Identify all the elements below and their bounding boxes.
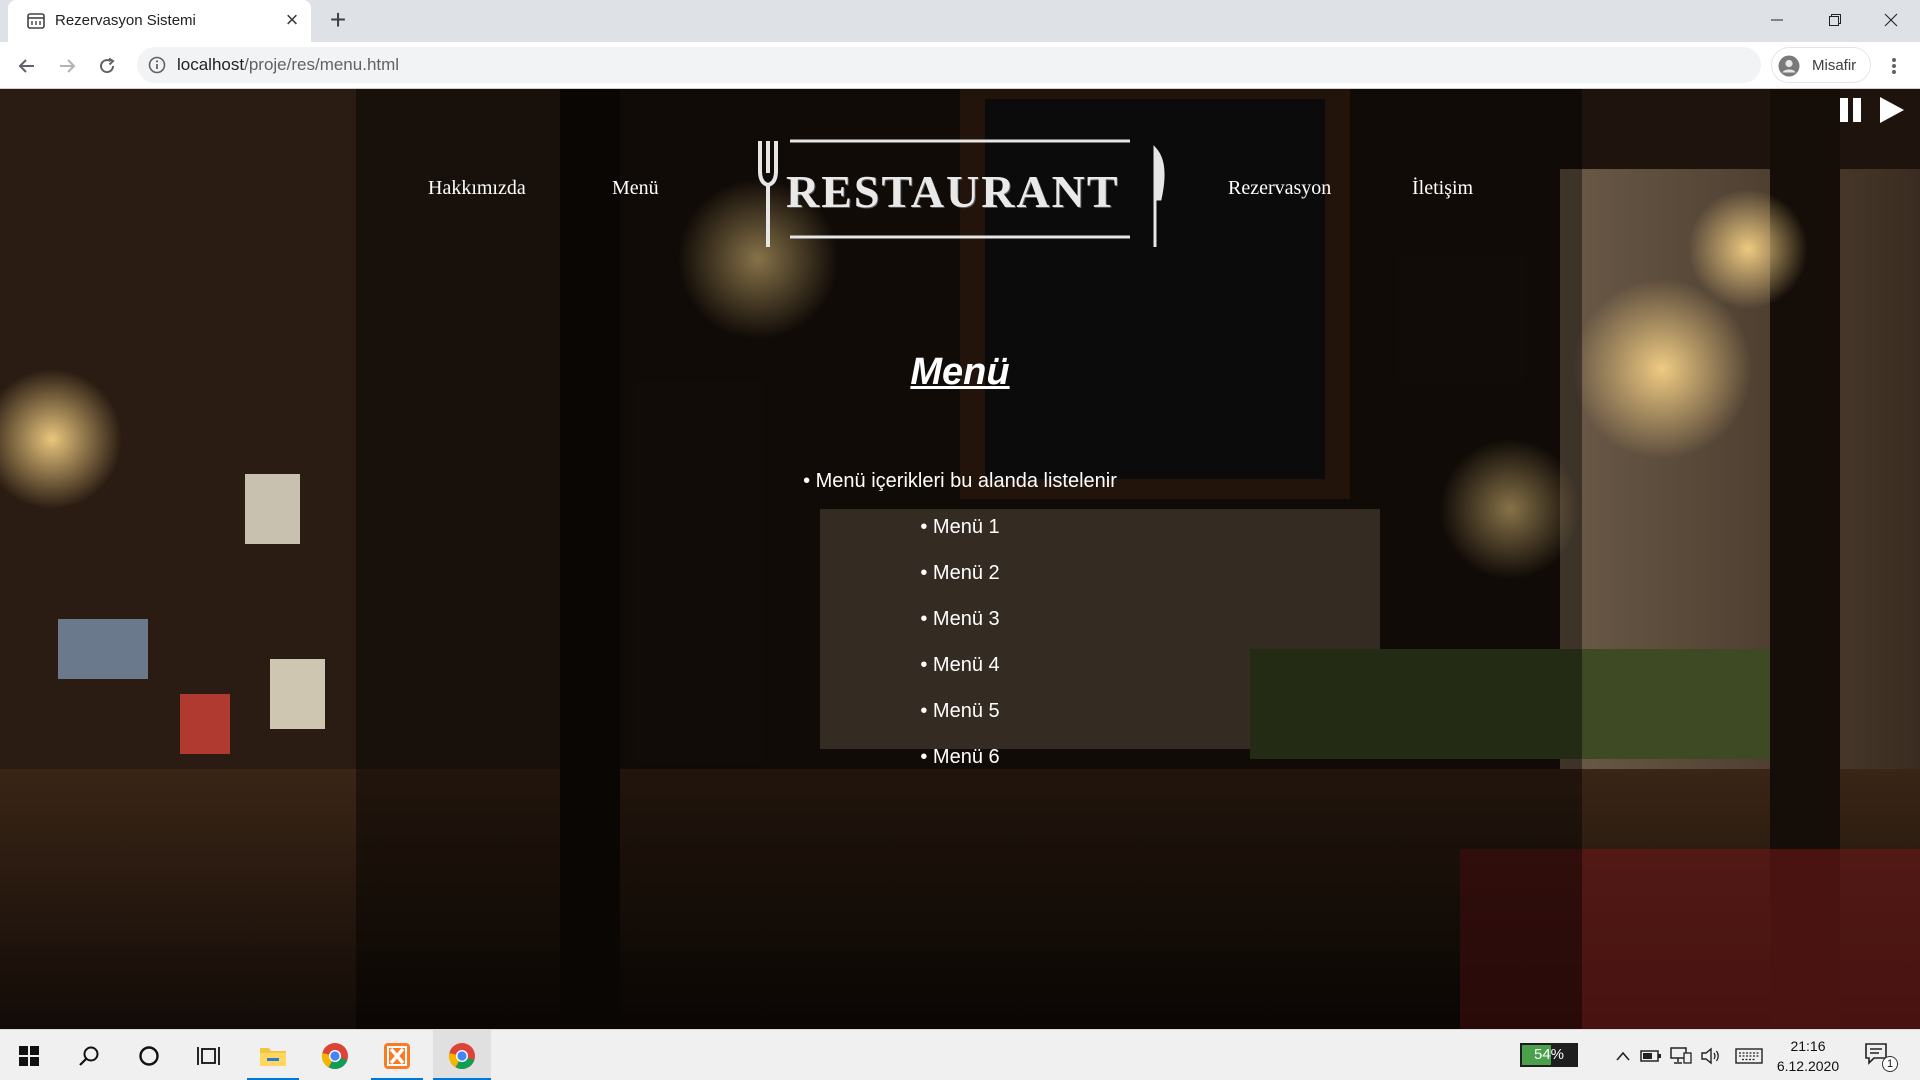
menu-intro-item: Menü içerikleri bu alanda listelenir bbox=[0, 470, 1920, 516]
page-title: Menü bbox=[910, 351, 1010, 393]
reload-icon[interactable] bbox=[91, 50, 123, 82]
system-clock[interactable]: 21:16 6.12.2020 bbox=[1772, 1036, 1844, 1076]
close-window-icon[interactable] bbox=[1862, 0, 1920, 40]
page-viewport: Hakkımızda Menü Rezervasyon İletişim RES… bbox=[0, 89, 1920, 1029]
restaurant-logo[interactable]: RESTAURANT bbox=[740, 129, 1180, 249]
browser-tab[interactable]: Rezervasyon Sistemi × bbox=[8, 0, 311, 42]
url-text: localhost/proje/res/menu.html bbox=[177, 55, 399, 75]
play-icon[interactable] bbox=[1876, 95, 1906, 125]
list-item: Menü 2 bbox=[0, 562, 1920, 608]
plus-icon[interactable]: + bbox=[324, 6, 352, 35]
logo-text: RESTAURANT bbox=[786, 166, 1120, 217]
list-item: Menü 6 bbox=[0, 746, 1920, 792]
profile-label: Misafir bbox=[1812, 57, 1857, 74]
browser-tab-bar: Rezervasyon Sistemi × + bbox=[0, 0, 1920, 42]
notification-center-icon[interactable]: 1 bbox=[1864, 1042, 1898, 1072]
restaurant-favicon bbox=[27, 13, 45, 29]
list-item: Menü 5 bbox=[0, 700, 1920, 746]
tab-title: Rezervasyon Sistemi bbox=[55, 12, 196, 29]
list-item: Menü 4 bbox=[0, 654, 1920, 700]
chrome-icon[interactable] bbox=[309, 1030, 361, 1080]
kebab-menu-icon[interactable] bbox=[1882, 54, 1906, 78]
chrome-icon[interactable] bbox=[433, 1030, 491, 1080]
windows-taskbar: 54% 21:16 6.12.2020 1 bbox=[0, 1029, 1920, 1080]
cortana-icon[interactable] bbox=[124, 1030, 174, 1080]
menu-list: Menü içerikleri bu alanda listelenir Men… bbox=[0, 470, 1920, 792]
back-arrow-icon[interactable] bbox=[11, 50, 43, 82]
maximize-icon[interactable] bbox=[1806, 0, 1864, 40]
task-view-icon[interactable] bbox=[184, 1030, 234, 1080]
nav-link-about[interactable]: Hakkımızda bbox=[428, 177, 526, 200]
list-item: Menü 1 bbox=[0, 516, 1920, 562]
windows-start-icon[interactable] bbox=[0, 1030, 58, 1080]
url-host: localhost bbox=[177, 55, 245, 74]
profile-avatar-icon bbox=[1778, 55, 1800, 77]
nav-link-contact[interactable]: İletişim bbox=[1412, 177, 1473, 200]
file-explorer-icon[interactable] bbox=[247, 1030, 299, 1080]
browser-toolbar: localhost/proje/res/menu.html Misafir bbox=[0, 42, 1920, 89]
info-icon[interactable] bbox=[148, 56, 166, 74]
address-bar[interactable]: localhost/proje/res/menu.html bbox=[137, 47, 1761, 83]
battery-icon[interactable] bbox=[1640, 1045, 1662, 1067]
keyboard-icon[interactable] bbox=[1734, 1045, 1764, 1067]
list-item: Menü 3 bbox=[0, 608, 1920, 654]
nav-link-reservation[interactable]: Rezervasyon bbox=[1228, 177, 1331, 200]
forward-arrow-icon[interactable] bbox=[51, 50, 83, 82]
volume-icon[interactable] bbox=[1700, 1045, 1722, 1067]
search-icon[interactable] bbox=[64, 1030, 114, 1080]
pause-icon[interactable] bbox=[1836, 95, 1866, 125]
chevron-up-icon[interactable] bbox=[1612, 1045, 1634, 1067]
nav-link-menu[interactable]: Menü bbox=[612, 177, 659, 200]
notification-count-badge: 1 bbox=[1882, 1056, 1898, 1072]
minimize-icon[interactable] bbox=[1748, 0, 1806, 40]
xampp-icon[interactable] bbox=[371, 1030, 423, 1080]
close-icon[interactable]: × bbox=[280, 8, 304, 32]
battery-indicator[interactable]: 54% bbox=[1520, 1043, 1578, 1067]
profile-button[interactable]: Misafir bbox=[1771, 47, 1871, 83]
clock-date: 6.12.2020 bbox=[1776, 1058, 1840, 1074]
battery-percent: 54% bbox=[1533, 1046, 1565, 1063]
network-icon[interactable] bbox=[1670, 1045, 1692, 1067]
url-path: /proje/res/menu.html bbox=[244, 55, 400, 74]
clock-time: 21:16 bbox=[1790, 1038, 1826, 1054]
